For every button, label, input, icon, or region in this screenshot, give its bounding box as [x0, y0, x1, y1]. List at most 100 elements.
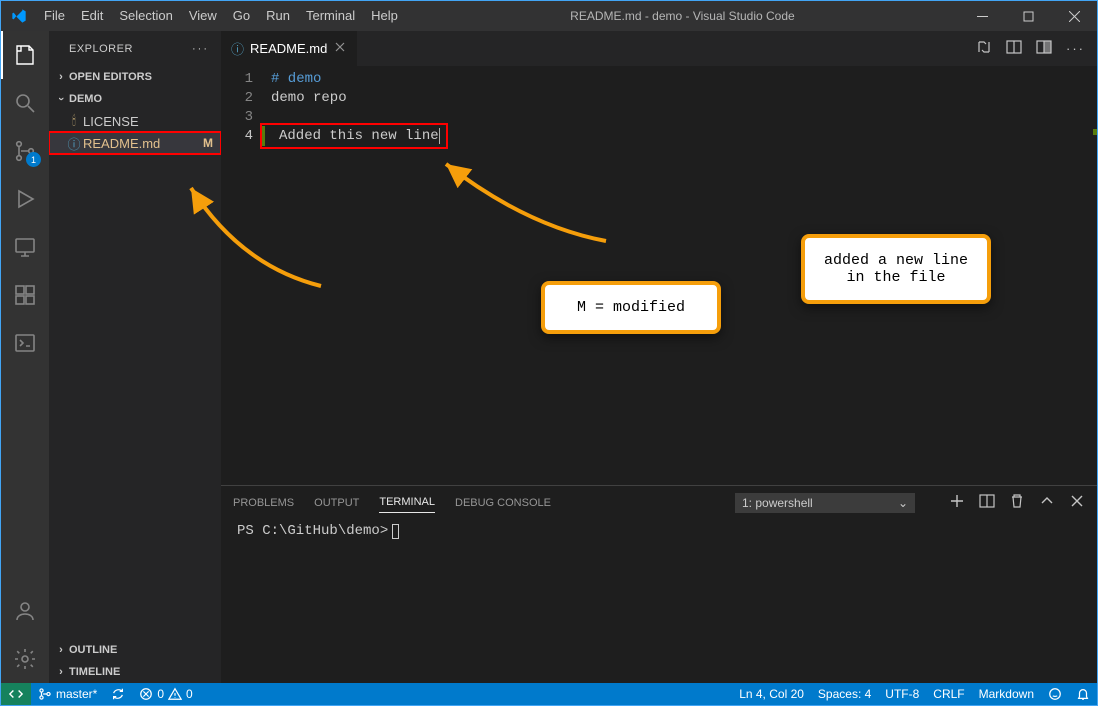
- close-button[interactable]: [1051, 1, 1097, 31]
- file-name: README.md: [83, 136, 160, 151]
- code-line-1: # demo: [271, 70, 1097, 89]
- file-row-license[interactable]: 🕯 LICENSE: [49, 110, 221, 132]
- terminal-selector[interactable]: 1: powershell ⌄: [735, 493, 915, 513]
- title-bar: File Edit Selection View Go Run Terminal…: [1, 1, 1097, 31]
- activity-search[interactable]: [1, 79, 49, 127]
- file-row-readme[interactable]: ⓘ README.md M: [49, 132, 221, 154]
- activity-explorer[interactable]: [1, 31, 49, 79]
- menu-view[interactable]: View: [181, 1, 225, 31]
- timeline-section[interactable]: › TIMELINE: [49, 661, 221, 683]
- tab-label: README.md: [250, 41, 327, 56]
- status-feedback-icon[interactable]: [1041, 683, 1069, 705]
- git-added-gutter-icon: [262, 126, 265, 146]
- panel-tab-problems[interactable]: PROBLEMS: [233, 493, 294, 513]
- file-name: LICENSE: [83, 114, 139, 129]
- open-preview-icon[interactable]: [1006, 39, 1022, 58]
- editor-tab-readme[interactable]: ⓘ README.md: [221, 31, 358, 66]
- outline-section[interactable]: › OUTLINE: [49, 639, 221, 661]
- split-terminal-icon[interactable]: [979, 493, 995, 512]
- panel-actions: [949, 493, 1085, 512]
- outline-label: OUTLINE: [69, 644, 117, 656]
- open-editors-section[interactable]: › OPEN EDITORS: [49, 66, 221, 88]
- status-bar: master* 0 0 Ln 4, Col 20 Spaces: 4 UTF-8…: [1, 683, 1097, 705]
- code-line-4-highlight: Added this new line: [262, 125, 446, 147]
- main-area: 1 EXPLORER ··: [1, 31, 1097, 683]
- sidebar-more-icon[interactable]: ···: [192, 43, 209, 55]
- window-title: README.md - demo - Visual Studio Code: [406, 9, 959, 23]
- menu-go[interactable]: Go: [225, 1, 258, 31]
- bottom-panel: PROBLEMS OUTPUT TERMINAL DEBUG CONSOLE 1…: [221, 485, 1097, 683]
- info-file-icon: ⓘ: [231, 39, 244, 58]
- editor-tabs: ⓘ README.md ···: [221, 31, 1097, 66]
- activity-settings[interactable]: [1, 635, 49, 683]
- editor-actions: ···: [976, 31, 1097, 66]
- remote-indicator[interactable]: [1, 683, 31, 705]
- chevron-down-icon: ›: [55, 91, 67, 107]
- activity-terminal-icon[interactable]: [1, 319, 49, 367]
- split-editor-icon[interactable]: [1036, 39, 1052, 58]
- file-tree: 🕯 LICENSE ⓘ README.md M: [49, 110, 221, 639]
- annotation-new-line: added a new line in the file: [801, 234, 991, 304]
- sidebar-title: EXPLORER: [69, 43, 133, 55]
- status-cursor-position[interactable]: Ln 4, Col 20: [732, 683, 811, 705]
- close-panel-icon[interactable]: [1069, 493, 1085, 512]
- project-name: DEMO: [69, 93, 102, 105]
- chevron-right-icon: ›: [53, 644, 69, 656]
- menu-help[interactable]: Help: [363, 1, 406, 31]
- status-problems[interactable]: 0 0: [132, 683, 199, 705]
- kill-terminal-icon[interactable]: [1009, 493, 1025, 512]
- status-notifications-icon[interactable]: [1069, 683, 1097, 705]
- license-file-icon: 🕯: [65, 113, 83, 129]
- code-line-2: demo repo: [271, 89, 1097, 108]
- explorer-sidebar: EXPLORER ··· › OPEN EDITORS › DEMO 🕯 LIC…: [49, 31, 221, 683]
- maximize-button[interactable]: [1005, 1, 1051, 31]
- panel-tab-output[interactable]: OUTPUT: [314, 493, 359, 513]
- minimize-button[interactable]: [959, 1, 1005, 31]
- activity-accounts[interactable]: [1, 587, 49, 635]
- errors-count: 0: [157, 687, 164, 701]
- editor-more-icon[interactable]: ···: [1066, 41, 1085, 56]
- activity-remote-explorer[interactable]: [1, 223, 49, 271]
- panel-tab-terminal[interactable]: TERMINAL: [379, 492, 435, 513]
- annotation-modified: M = modified: [541, 281, 721, 334]
- maximize-panel-icon[interactable]: [1039, 493, 1055, 512]
- file-status: M: [203, 136, 213, 150]
- menu-selection[interactable]: Selection: [111, 1, 180, 31]
- timeline-label: TIMELINE: [69, 666, 120, 678]
- panel-tabs: PROBLEMS OUTPUT TERMINAL DEBUG CONSOLE 1…: [221, 486, 1097, 519]
- menu-bar: File Edit Selection View Go Run Terminal…: [36, 1, 406, 31]
- status-branch[interactable]: master*: [31, 683, 104, 705]
- status-eol[interactable]: CRLF: [926, 683, 971, 705]
- terminal-cursor: [392, 524, 399, 539]
- menu-terminal[interactable]: Terminal: [298, 1, 363, 31]
- status-indentation[interactable]: Spaces: 4: [811, 683, 878, 705]
- status-encoding[interactable]: UTF-8: [878, 683, 926, 705]
- new-terminal-icon[interactable]: [949, 493, 965, 512]
- chevron-down-icon: ⌄: [898, 496, 908, 510]
- open-editors-label: OPEN EDITORS: [69, 71, 152, 83]
- activity-extensions[interactable]: [1, 271, 49, 319]
- line-number: 2: [221, 89, 253, 108]
- compare-changes-icon[interactable]: [976, 39, 992, 58]
- menu-edit[interactable]: Edit: [73, 1, 111, 31]
- close-tab-icon[interactable]: [333, 40, 347, 57]
- vscode-logo-icon: [1, 8, 36, 24]
- branch-name: master*: [56, 687, 97, 701]
- activity-run-debug[interactable]: [1, 175, 49, 223]
- line-number: 3: [221, 108, 253, 127]
- line-number: 4: [221, 127, 253, 146]
- minimap-change-marker: [1093, 129, 1097, 135]
- text-editor[interactable]: 1 2 3 4 # demo demo repo Added this new …: [221, 66, 1097, 485]
- status-language[interactable]: Markdown: [972, 683, 1041, 705]
- status-sync[interactable]: [104, 683, 132, 705]
- menu-file[interactable]: File: [36, 1, 73, 31]
- panel-tab-debug-console[interactable]: DEBUG CONSOLE: [455, 493, 551, 513]
- scm-badge: 1: [26, 152, 41, 167]
- activity-source-control[interactable]: 1: [1, 127, 49, 175]
- terminal-body[interactable]: PS C:\GitHub\demo>: [221, 519, 1097, 683]
- activity-bar: 1: [1, 31, 49, 683]
- editor-cursor: [439, 128, 440, 144]
- line-number: 1: [221, 70, 253, 89]
- menu-run[interactable]: Run: [258, 1, 298, 31]
- project-section[interactable]: › DEMO: [49, 88, 221, 110]
